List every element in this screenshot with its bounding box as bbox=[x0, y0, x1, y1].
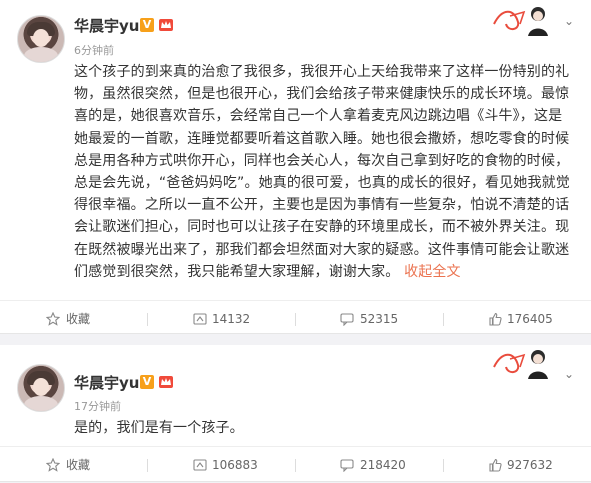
author-name[interactable]: 华晨宇yu bbox=[74, 372, 139, 393]
repost-icon bbox=[193, 459, 207, 471]
chevron-down-icon[interactable]: ⌄ bbox=[562, 367, 576, 381]
avatar[interactable] bbox=[17, 15, 65, 63]
like-button[interactable]: 176405 bbox=[444, 301, 591, 337]
comment-count: 218420 bbox=[360, 458, 406, 472]
repost-count: 14132 bbox=[212, 312, 251, 326]
crown-icon bbox=[159, 19, 173, 31]
comment-icon bbox=[340, 459, 354, 472]
collect-button[interactable]: 收藏 bbox=[0, 447, 147, 483]
like-count: 176405 bbox=[507, 312, 553, 326]
vip-icon: V bbox=[140, 18, 154, 32]
collect-label: 收藏 bbox=[66, 312, 91, 326]
repost-count: 106883 bbox=[212, 458, 258, 472]
repost-button[interactable]: 106883 bbox=[148, 447, 295, 483]
chevron-down-icon[interactable]: ⌄ bbox=[562, 14, 576, 28]
comment-button[interactable]: 218420 bbox=[296, 447, 443, 483]
weibo-post: 华晨宇yu V 17分钟前 ⌄ 是的，我们是有一个孩子。 收藏 106883 2… bbox=[0, 345, 591, 482]
vip-icon: V bbox=[140, 375, 154, 389]
star-icon bbox=[46, 458, 60, 472]
weibo-post: 华晨宇yu V 6分钟前 ⌄ 这个孩子的到来真的治愈了我很多，我很开心上天给我带… bbox=[0, 0, 591, 334]
like-count: 927632 bbox=[507, 458, 553, 472]
post-text: 这个孩子的到来真的治愈了我很多，我很开心上天给我带来了这样一份特别的礼物，虽然很… bbox=[74, 61, 574, 283]
collapse-link[interactable]: 收起全文 bbox=[404, 264, 461, 280]
crown-icon bbox=[159, 376, 173, 388]
collect-button[interactable]: 收藏 bbox=[0, 301, 147, 337]
action-bar: 收藏 106883 218420 927632 bbox=[0, 446, 591, 483]
author-name[interactable]: 华晨宇yu bbox=[74, 15, 139, 36]
repost-button[interactable]: 14132 bbox=[148, 301, 295, 337]
avatar[interactable] bbox=[17, 364, 65, 412]
like-icon bbox=[489, 312, 502, 326]
like-icon bbox=[489, 458, 502, 472]
comment-button[interactable]: 52315 bbox=[296, 301, 443, 337]
post-time[interactable]: 17分钟前 bbox=[74, 398, 121, 414]
post-time[interactable]: 6分钟前 bbox=[74, 42, 114, 58]
card-decoration-icon bbox=[493, 350, 548, 379]
action-bar: 收藏 14132 52315 176405 bbox=[0, 300, 591, 337]
like-button[interactable]: 927632 bbox=[444, 447, 591, 483]
post-body: 是的，我们是有一个孩子。 bbox=[74, 420, 244, 436]
collect-label: 收藏 bbox=[66, 458, 91, 472]
post-body: 这个孩子的到来真的治愈了我很多，我很开心上天给我带来了这样一份特别的礼物，虽然很… bbox=[74, 64, 570, 280]
comment-icon bbox=[340, 313, 354, 326]
star-icon bbox=[46, 312, 60, 326]
comment-count: 52315 bbox=[360, 312, 399, 326]
post-text: 是的，我们是有一个孩子。 bbox=[74, 417, 574, 439]
card-decoration-icon bbox=[493, 7, 548, 36]
repost-icon bbox=[193, 313, 207, 325]
